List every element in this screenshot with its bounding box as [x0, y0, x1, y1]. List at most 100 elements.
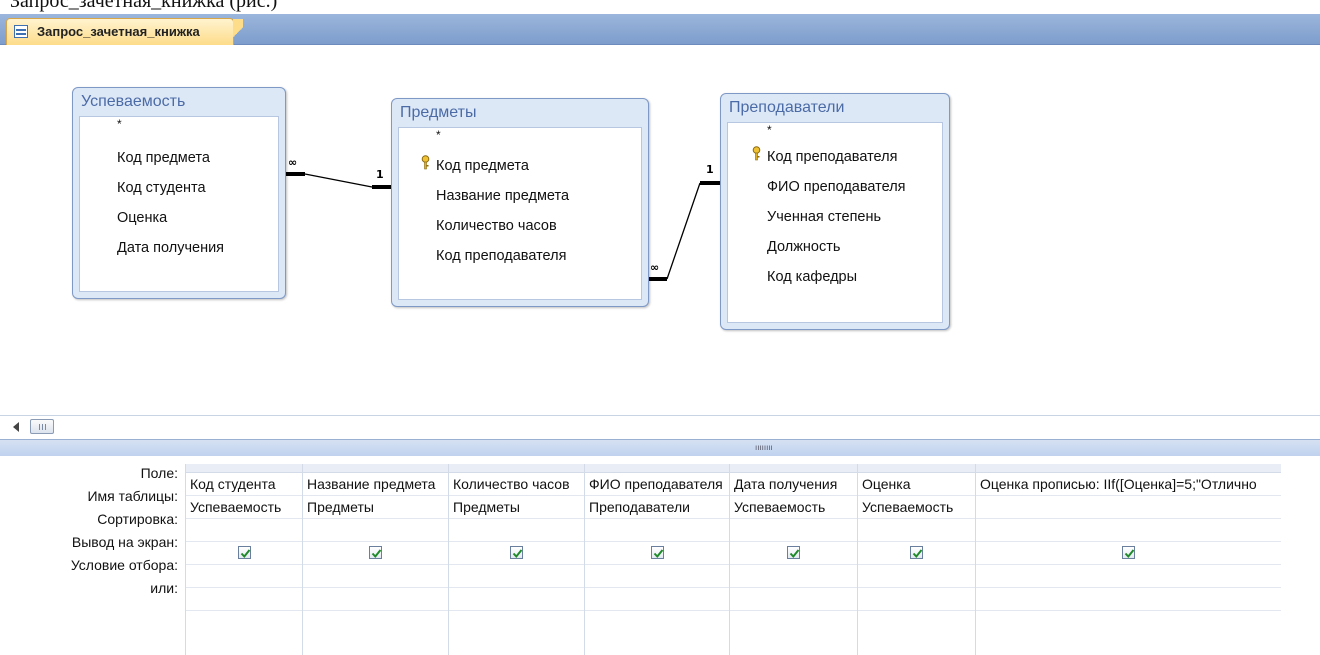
grid-cell-criteria[interactable] — [449, 565, 585, 588]
grid-cell-sort[interactable] — [858, 519, 976, 542]
table-title[interactable]: Успеваемость — [73, 88, 285, 116]
field-item[interactable]: Код преподавателя — [436, 248, 566, 272]
pane-splitter[interactable]: ıııııııı — [0, 439, 1320, 457]
field-item[interactable]: Код предмета — [117, 150, 210, 174]
grid-cell-field[interactable]: Название предмета — [303, 473, 449, 496]
grid-column[interactable]: Количество часов Предметы — [448, 464, 585, 655]
scroll-left-arrow-icon[interactable] — [13, 422, 19, 432]
grid-cell-criteria[interactable] — [976, 565, 1281, 588]
column-selector[interactable] — [730, 464, 858, 473]
grid-cell-or[interactable] — [730, 588, 858, 611]
grid-cell-table[interactable] — [976, 496, 1281, 519]
field-item[interactable]: Код кафедры — [767, 269, 857, 293]
field-item[interactable]: * — [117, 117, 122, 141]
field-item[interactable]: Название предмета — [436, 188, 569, 212]
grid-cell-table[interactable]: Предметы — [303, 496, 449, 519]
column-selector[interactable] — [585, 464, 730, 473]
grid-cell-field[interactable]: Дата получения — [730, 473, 858, 496]
grid-cell-sort[interactable] — [186, 519, 303, 542]
grid-column[interactable]: Оценка Успеваемость — [857, 464, 976, 655]
table-title[interactable]: Преподаватели — [721, 94, 949, 122]
grid-cell-sort[interactable] — [730, 519, 858, 542]
field-item[interactable]: Оценка — [117, 210, 167, 234]
row-label-or: или: — [150, 580, 178, 596]
grid-cell-show[interactable] — [730, 542, 858, 565]
show-checkbox[interactable] — [369, 546, 382, 559]
grid-column[interactable]: Код студента Успеваемость — [185, 464, 303, 655]
tab-query[interactable]: Запрос_зачетная_книжка — [6, 18, 243, 46]
relation-line[interactable] — [666, 182, 701, 280]
column-selector[interactable] — [858, 464, 976, 473]
grid-column[interactable]: Название предмета Предметы — [302, 464, 449, 655]
grid-cell-table[interactable]: Успеваемость — [730, 496, 858, 519]
field-item[interactable]: Ученная степень — [767, 209, 881, 233]
column-selector[interactable] — [186, 464, 303, 473]
diagram-horizontal-scrollbar[interactable] — [0, 415, 1320, 439]
grid-cell-or[interactable] — [585, 588, 730, 611]
checkmark-icon — [1124, 549, 1135, 559]
row-label-show: Вывод на экран: — [71, 534, 178, 550]
grid-cell-field[interactable]: ФИО преподавателя — [585, 473, 730, 496]
grid-cell-or[interactable] — [976, 588, 1281, 611]
grid-cell-table[interactable]: Успеваемость — [858, 496, 976, 519]
show-checkbox[interactable] — [510, 546, 523, 559]
grid-cell-criteria[interactable] — [303, 565, 449, 588]
grid-column[interactable]: Дата получения Успеваемость — [729, 464, 858, 655]
grid-cell-criteria[interactable] — [585, 565, 730, 588]
grid-cell-or[interactable] — [449, 588, 585, 611]
column-selector[interactable] — [303, 464, 449, 473]
show-checkbox[interactable] — [787, 546, 800, 559]
grid-cell-criteria[interactable] — [858, 565, 976, 588]
relation-line[interactable] — [304, 173, 373, 188]
grid-cell-show[interactable] — [858, 542, 976, 565]
grid-cell-field[interactable]: Оценка — [858, 473, 976, 496]
column-selector[interactable] — [449, 464, 585, 473]
grid-cell-field[interactable]: Количество часов — [449, 473, 585, 496]
grid-cell-show[interactable] — [585, 542, 730, 565]
field-item[interactable]: Дата получения — [117, 240, 224, 264]
field-item[interactable]: Код студента — [117, 180, 206, 204]
field-item[interactable]: * — [767, 123, 772, 147]
checkmark-icon — [371, 549, 382, 559]
column-selector[interactable] — [976, 464, 1281, 473]
table-prepodavateli[interactable]: Преподаватели * Код преподавателя ФИО пр… — [720, 93, 950, 330]
field-item[interactable]: ФИО преподавателя — [767, 179, 906, 203]
grid-cell-or[interactable] — [858, 588, 976, 611]
row-label-field: Поле: — [140, 465, 178, 481]
grid-cell-show[interactable] — [976, 542, 1281, 565]
grid-cell-criteria[interactable] — [730, 565, 858, 588]
field-item[interactable]: Код преподавателя — [767, 149, 897, 173]
show-checkbox[interactable] — [651, 546, 664, 559]
primary-key-icon — [421, 155, 430, 170]
grid-cell-table[interactable]: Успеваемость — [186, 496, 303, 519]
grid-cell-or[interactable] — [303, 588, 449, 611]
grid-cell-criteria[interactable] — [186, 565, 303, 588]
grid-cell-sort[interactable] — [303, 519, 449, 542]
grid-cell-show[interactable] — [303, 542, 449, 565]
grid-cell-sort[interactable] — [449, 519, 585, 542]
grid-cell-sort[interactable] — [585, 519, 730, 542]
table-diagram-pane: ∞ 1 ∞ 1 Успеваемость * Код предмета Код … — [0, 45, 1320, 415]
grid-column[interactable]: Оценка прописью: IIf([Оценка]=5;"Отлично — [975, 464, 1281, 655]
grid-cell-table[interactable]: Предметы — [449, 496, 585, 519]
grid-cell-field[interactable]: Оценка прописью: IIf([Оценка]=5;"Отлично — [976, 473, 1281, 496]
show-checkbox[interactable] — [910, 546, 923, 559]
field-item[interactable]: Должность — [767, 239, 840, 263]
show-checkbox[interactable] — [238, 546, 251, 559]
grid-cell-show[interactable] — [186, 542, 303, 565]
table-title[interactable]: Предметы — [392, 99, 648, 127]
table-uspevaemost[interactable]: Успеваемость * Код предмета Код студента… — [72, 87, 286, 299]
show-checkbox[interactable] — [1122, 546, 1135, 559]
grid-column[interactable]: ФИО преподавателя Преподаватели — [584, 464, 730, 655]
field-item[interactable]: * — [436, 128, 441, 152]
field-item[interactable]: Код предмета — [436, 158, 529, 182]
scrollbar-thumb[interactable] — [30, 419, 54, 434]
grid-cell-show[interactable] — [449, 542, 585, 565]
grid-cell-table[interactable]: Преподаватели — [585, 496, 730, 519]
table-predmety[interactable]: Предметы * Код предмета Название предмет… — [391, 98, 649, 307]
grid-cell-sort[interactable] — [976, 519, 1281, 542]
grid-cell-or[interactable] — [186, 588, 303, 611]
field-item[interactable]: Количество часов — [436, 218, 557, 242]
relation-many-label: ∞ — [650, 261, 659, 274]
grid-cell-field[interactable]: Код студента — [186, 473, 303, 496]
